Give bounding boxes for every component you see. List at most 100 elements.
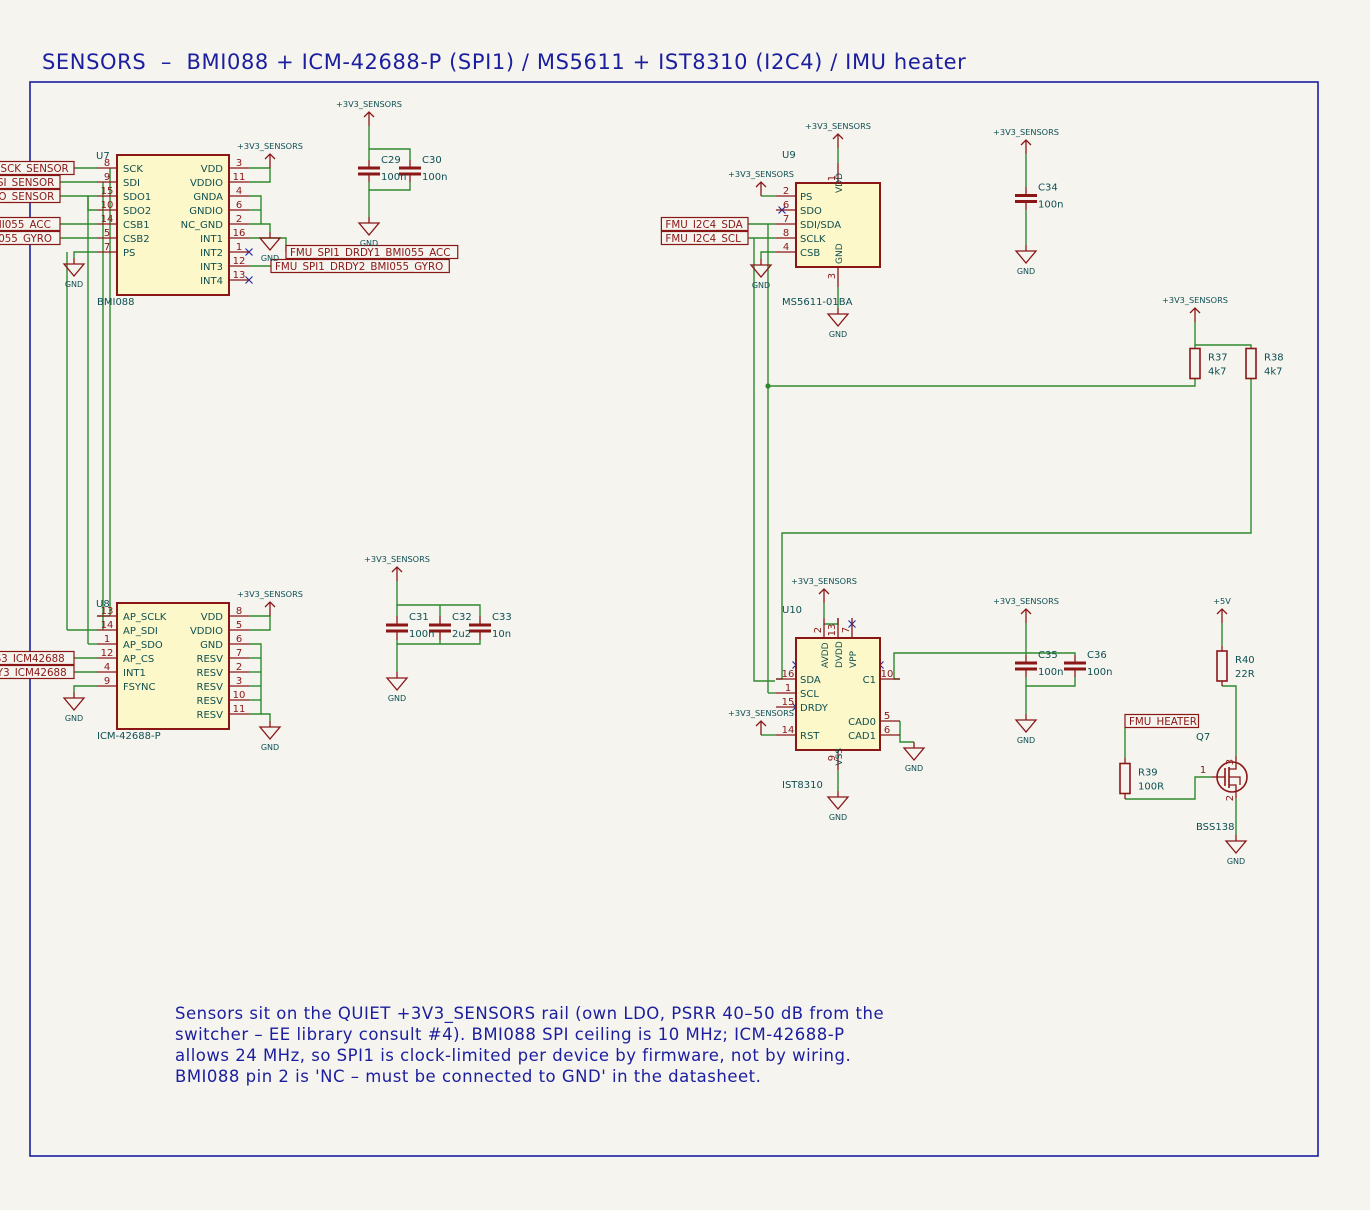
u10-pin-number: 9 [827,755,838,761]
u9-pin-name: SDO [800,206,822,217]
ground-icon [826,796,850,811]
u9-pin-number: 4 [783,242,789,253]
u7-pin-number: 11 [233,172,246,183]
u7-pin-number: 13 [233,270,246,281]
u10-pin-number: 7 [841,627,852,633]
net-label-text: FMU_SPI1_SCK_SENSOR [0,163,69,175]
power-label: +3V3_SENSORS [791,576,857,586]
u7-pin-name: SCK [123,164,143,175]
cap-ref: C31 [409,612,429,623]
ground-icon [826,313,850,328]
power-label: +3V3_SENSORS [728,169,794,179]
note-line-3: allows 24 MHz, so SPI1 is clock-limited … [175,1046,852,1065]
u7-pin-name: INT4 [200,276,223,287]
u10-pin-number: 10 [881,669,894,680]
gnd-label: GND [905,764,923,773]
res-ref: R37 [1208,353,1228,364]
cap-value: 100n [1087,667,1112,678]
ground-icon [258,726,282,741]
cap-ref: C32 [452,612,472,623]
wire [768,379,1196,387]
u10-pin-number: 15 [782,697,795,708]
u9-pin-number: 3 [827,273,838,279]
ground-icon [258,237,282,252]
net-label-text: FMU_I2C4_SCL [665,233,741,245]
u10-pin-name: VPP [849,650,859,668]
power-label: +3V3_SENSORS [993,127,1059,137]
u7-pin-name: SDI [123,178,140,189]
u9-pin-name: CSB [800,248,820,259]
note-line-1: Sensors sit on the QUIET +3V3_SENSORS ra… [175,1004,885,1023]
q7-value: BSS138 [1196,822,1234,833]
u10-pin-name: CAD1 [848,731,876,742]
u8-pin-name: AP_SDI [123,626,158,637]
resistor-icon [1119,762,1131,795]
gnd-label: GND [1017,736,1035,745]
u10-pin-name: CAD0 [848,717,876,728]
u8-pin-number: 8 [236,606,242,617]
u10-pin-number: 2 [813,627,824,633]
u7-pin-number: 14 [101,214,114,225]
ground-icon [1014,250,1038,265]
resistor-icon [1245,347,1257,380]
u8-pin-name: RESV [197,696,224,707]
cap-value: 10n [492,629,511,640]
wire [753,679,775,682]
net-label-text: FMU_SPI1_DRDY2_BMI055_GYRO [275,261,443,273]
net-label-text: FMU_SPI1_DRDY1_BMI055_ACC [290,247,450,259]
wire [249,168,271,183]
net-label-text: FMU_HEATER [1129,716,1197,728]
cap-value: 2u2 [452,629,471,640]
note-line-2: switcher – EE library consult #4). BMI08… [175,1025,845,1044]
cap-ref: C33 [492,612,512,623]
u10-pin-name: AVDD [821,642,831,668]
u7-pin-number: 3 [236,158,242,169]
u9-pin-name: PS [800,192,812,203]
ground-icon [385,677,409,692]
u10-pin-number: 1 [785,683,791,694]
u8-pin-number: 11 [233,704,246,715]
u7-pin-name: CSB1 [123,220,150,231]
cap-value: 100n [381,172,406,183]
u7-pin-name: GNDA [193,192,223,203]
design-note: Sensors sit on the QUIET +3V3_SENSORS ra… [175,1003,884,1087]
q7-pin-number: 3 [1225,759,1236,765]
u9-pin-name: SDI/SDA [800,220,841,231]
wire [1025,677,1076,687]
res-value: 22R [1235,669,1255,680]
u7-pin-name: VDDIO [190,178,223,189]
resistor-icon [1189,347,1201,380]
ground-icon [1014,719,1038,734]
gnd-label: GND [752,281,770,290]
u10-pin-name: DRDY [800,703,829,714]
wire [249,643,262,715]
cap-value: 100n [1038,667,1063,678]
res-ref: R39 [1138,768,1158,779]
u9-pin-number: 2 [783,186,789,197]
power-label: +3V3_SENSORS [1162,295,1228,305]
u10-pin-number: 6 [884,725,890,736]
u8-pin-name: VDDIO [190,626,223,637]
gnd-label: GND [388,694,406,703]
wire [87,196,97,211]
u9-pin-number: 8 [783,228,789,239]
u7-pin-number: 9 [104,172,110,183]
sheet-title: SENSORS – BMI088 + ICM-42688-P (SPI1) / … [42,50,967,74]
cap-ref: C29 [381,155,401,166]
u8-pin-name: RESV [197,710,224,721]
u8-pin-name: RESV [197,668,224,679]
gnd-label: GND [1227,857,1245,866]
cap-ref: C36 [1087,650,1107,661]
net-label-text: FMU_SPI1_CS3_ICM42688 [0,653,65,665]
u10-pin-name: SCL [800,689,819,700]
net-label-text: FMU_SPI1_MOSI_SENSOR [0,177,54,189]
u8-pin-name: VDD [201,612,224,623]
u7-pin-name: INT1 [200,234,223,245]
u9-gnd-label: GND [835,243,845,264]
u7-pin-number: 10 [101,200,114,211]
u10-pin-name: DVDD [835,641,845,668]
u8-pin-number: 2 [236,662,242,673]
q7-ref: Q7 [1196,732,1210,743]
ground-icon [62,697,86,712]
u8-pin-name: AP_CS [123,654,154,665]
